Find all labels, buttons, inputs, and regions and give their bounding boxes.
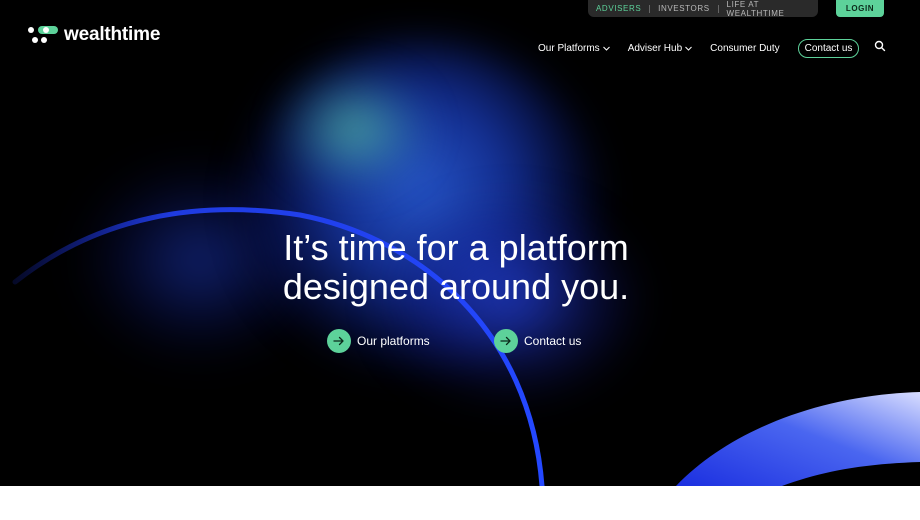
nav-contact-button[interactable]: Contact us bbox=[797, 38, 860, 58]
nav-item-label: Our Platforms bbox=[538, 42, 600, 54]
cta-label: Contact us bbox=[524, 334, 582, 348]
topbar-link-investors[interactable]: INVESTORS bbox=[650, 4, 718, 13]
logo[interactable]: wealthtime bbox=[28, 24, 160, 46]
logo-mark-icon bbox=[28, 25, 58, 45]
search-icon[interactable] bbox=[874, 40, 886, 52]
gradient-band-arc bbox=[676, 392, 920, 486]
topbar-link-advisers[interactable]: ADVISERS bbox=[588, 4, 649, 13]
nav-item-adviser-hub[interactable]: Adviser Hub bbox=[627, 42, 693, 54]
chevron-down-icon bbox=[685, 46, 693, 51]
arrow-right-icon bbox=[494, 329, 518, 353]
arrow-right-icon bbox=[327, 329, 351, 353]
topbar-link-life-at-wealthtime[interactable]: LIFE AT WEALTHTIME bbox=[719, 0, 818, 18]
hero-headline-line-1: It’s time for a platform bbox=[283, 227, 629, 268]
cta-label: Our platforms bbox=[357, 334, 430, 348]
hero-headline-line-2: designed around you. bbox=[282, 266, 630, 307]
nav-item-our-platforms[interactable]: Our Platforms bbox=[538, 43, 610, 54]
hero-headline: It’s time for a platform designed around… bbox=[200, 228, 712, 306]
hero-section: ADVISERS INVESTORS LIFE AT WEALTHTIME LO… bbox=[0, 0, 920, 486]
login-button[interactable]: LOGIN bbox=[836, 0, 884, 17]
nav-item-consumer-duty[interactable]: Consumer Duty bbox=[710, 43, 779, 54]
main-nav: Our Platforms Adviser Hub Consumer Duty … bbox=[538, 38, 877, 58]
contact-us-cta[interactable]: Contact us bbox=[494, 329, 581, 353]
chevron-down-icon bbox=[602, 46, 610, 51]
nav-item-label: Consumer Duty bbox=[710, 42, 780, 54]
nav-item-label: Adviser Hub bbox=[627, 42, 683, 54]
logo-text: wealthtime bbox=[64, 24, 161, 45]
our-platforms-cta[interactable]: Our platforms bbox=[327, 329, 430, 353]
audience-bar: ADVISERS INVESTORS LIFE AT WEALTHTIME bbox=[588, 0, 818, 18]
